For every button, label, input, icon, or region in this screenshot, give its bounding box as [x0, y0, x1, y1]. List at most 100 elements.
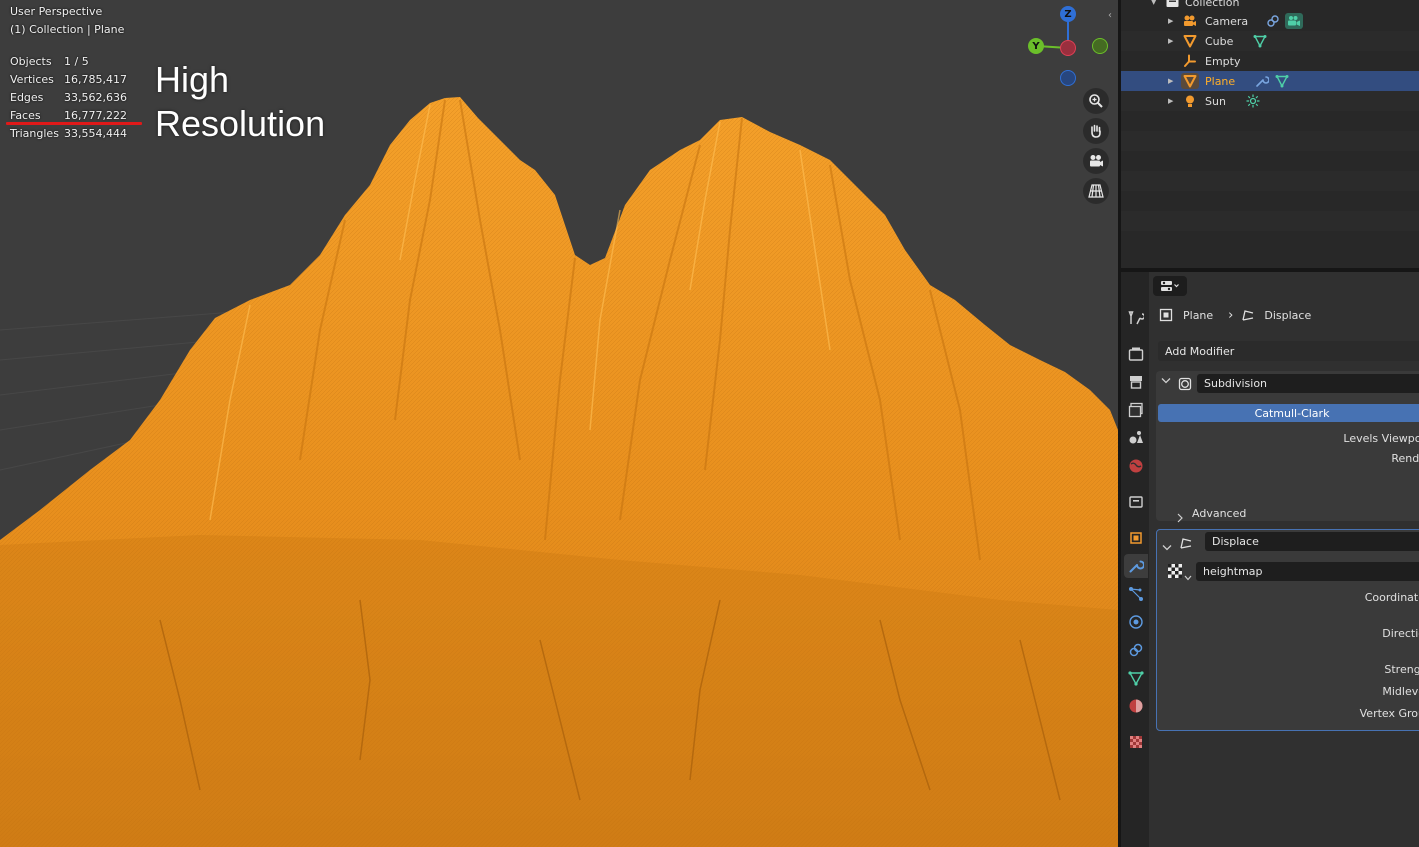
constraints-tab-icon[interactable]	[1124, 638, 1148, 662]
sun-data-icon[interactable]	[1246, 94, 1260, 108]
stat-label: Edges	[10, 90, 44, 104]
light-icon	[1183, 94, 1197, 108]
stat-label: Objects	[10, 54, 52, 68]
particles-tab-icon[interactable]	[1124, 582, 1148, 606]
ortho-grid-icon[interactable]	[1083, 178, 1109, 204]
mesh-data-icon[interactable]	[1275, 74, 1289, 88]
navigation-gizmo[interactable]: Z Y	[1025, 4, 1115, 94]
object-breadcrumb-icon	[1159, 308, 1173, 322]
world-tab-icon[interactable]	[1124, 454, 1148, 478]
outliner-item-cube[interactable]: ▶ Cube	[1121, 31, 1419, 51]
coordinates-label: Coordinate	[1364, 591, 1419, 604]
modifier-wrench-icon[interactable]	[1255, 74, 1269, 88]
outliner-collection-label: Collection	[1185, 0, 1240, 9]
outliner-empty-row	[1121, 191, 1419, 211]
camera-data-icon[interactable]	[1285, 13, 1303, 29]
texture-name-field[interactable]: heightmap	[1196, 562, 1419, 581]
expand-triangle-icon[interactable]: ▶	[1168, 97, 1173, 105]
gizmo-z-neg[interactable]	[1060, 70, 1076, 86]
outliner-item-label: Sun	[1205, 94, 1226, 108]
stat-objects: Objects 1 / 5	[10, 52, 144, 70]
outliner-item-sun[interactable]: ▶ Sun	[1121, 91, 1419, 111]
vertex-group-label: Vertex Grou	[1359, 707, 1419, 720]
stat-label: Vertices	[10, 72, 54, 86]
view-title: User Perspective	[10, 5, 103, 18]
outliner-empty-row	[1121, 211, 1419, 231]
mesh-object-icon	[1183, 34, 1197, 48]
collapse-chevron-icon[interactable]	[1162, 537, 1172, 556]
render-tab-icon[interactable]	[1124, 342, 1148, 366]
outliner-item-label: Plane	[1205, 74, 1236, 88]
gizmo-y-neg[interactable]	[1092, 38, 1108, 54]
stat-edges: Edges 33,562,636	[10, 88, 144, 106]
object-tab-icon[interactable]	[1124, 526, 1148, 550]
render-levels-label: Rende	[1391, 452, 1419, 465]
outliner-empty-row	[1121, 231, 1419, 251]
strength-label: Strengt	[1384, 663, 1419, 676]
expand-triangle-icon[interactable]: ▶	[1168, 37, 1173, 45]
empty-icon	[1183, 54, 1197, 68]
3d-viewport[interactable]: User Perspective (1) Collection | Plane …	[0, 0, 1118, 847]
texture-dropdown-arrow-icon[interactable]	[1184, 566, 1192, 585]
data-tab-icon[interactable]	[1124, 666, 1148, 690]
outliner-item-label: Camera	[1205, 14, 1249, 28]
expand-triangle-icon[interactable]: ▶	[1168, 17, 1173, 25]
annotation-line-2: Resolution	[155, 103, 326, 144]
stat-value: 16,785,417	[64, 72, 127, 86]
properties-editor[interactable]: Plane › Displace Add Modifier Subdivisio…	[1121, 272, 1419, 847]
stat-value: 33,554,444	[64, 126, 127, 140]
breadcrumb-object: Plane	[1183, 308, 1214, 322]
camera-icon	[1183, 14, 1197, 28]
outliner-empty-row	[1121, 151, 1419, 171]
material-tab-icon[interactable]	[1124, 694, 1148, 718]
subdivision-modifier-panel: Subdivision Catmull-Clark Levels Viewpor…	[1156, 371, 1419, 523]
hand-pan-icon[interactable]	[1083, 118, 1109, 144]
stat-label: Faces	[10, 108, 41, 122]
outliner-item-label: Empty	[1205, 54, 1241, 68]
expand-chevron-icon[interactable]	[1176, 508, 1184, 527]
stat-triangles: Triangles 33,554,444	[10, 124, 144, 142]
tool-tab-icon[interactable]	[1124, 306, 1148, 330]
outliner[interactable]: ▼ Collection ▶ Camera ▶ Cube Empty ▶ Pla…	[1121, 0, 1419, 268]
expand-triangle-icon[interactable]: ▶	[1168, 77, 1173, 85]
direction-label: Directio	[1382, 627, 1419, 640]
mesh-data-icon[interactable]	[1253, 34, 1267, 48]
breadcrumb: Plane › Displace	[1159, 307, 1311, 323]
add-modifier-dropdown[interactable]: Add Modifier	[1158, 341, 1419, 361]
gizmo-y-axis[interactable]: Y	[1028, 38, 1044, 54]
subdivision-name-field[interactable]: Subdivision	[1197, 374, 1419, 393]
modifier-tab-icon[interactable]	[1124, 554, 1148, 578]
texture-checker-icon[interactable]	[1168, 563, 1182, 582]
advanced-subpanel-label[interactable]: Advanced	[1192, 507, 1246, 520]
camera-view-icon[interactable]	[1083, 148, 1109, 174]
annotation-line-1: High	[155, 59, 230, 100]
gizmo-x-neg[interactable]	[1060, 40, 1076, 56]
outliner-item-plane[interactable]: ▶ Plane	[1121, 71, 1419, 91]
catmull-clark-button[interactable]: Catmull-Clark	[1158, 404, 1419, 422]
outliner-item-camera[interactable]: ▶ Camera	[1121, 11, 1419, 31]
displace-name-field[interactable]: Displace	[1205, 532, 1419, 551]
levels-viewport-label: Levels Viewpor	[1343, 432, 1419, 445]
editor-type-selector[interactable]	[1153, 276, 1187, 296]
sidebar-toggle-icon[interactable]: ‹	[1108, 10, 1112, 21]
collection-tab-icon[interactable]	[1124, 490, 1148, 514]
breadcrumb-separator-icon: ›	[1228, 307, 1234, 323]
annotation-text: High Resolution	[155, 58, 325, 146]
outliner-item-empty[interactable]: Empty	[1121, 51, 1419, 71]
collapse-chevron-icon[interactable]	[1161, 377, 1171, 388]
constraint-icon[interactable]	[1266, 14, 1280, 28]
zoom-icon[interactable]	[1083, 88, 1109, 114]
stat-value: 16,777,222	[64, 108, 127, 122]
output-tab-icon[interactable]	[1124, 370, 1148, 394]
annotation-underline	[6, 122, 142, 125]
collection-icon	[1165, 0, 1179, 9]
collapse-triangle-icon[interactable]: ▼	[1151, 0, 1156, 6]
displace-modifier-panel: Displace heightmap Coordinate Directio S…	[1156, 529, 1419, 731]
physics-tab-icon[interactable]	[1124, 610, 1148, 634]
view-layer-tab-icon[interactable]	[1124, 398, 1148, 422]
breadcrumb-modifier: Displace	[1264, 308, 1312, 322]
gizmo-z-axis[interactable]: Z	[1060, 6, 1076, 22]
scene-tab-icon[interactable]	[1124, 426, 1148, 450]
displace-modifier-icon	[1179, 535, 1193, 554]
texture-tab-icon[interactable]	[1124, 730, 1148, 754]
